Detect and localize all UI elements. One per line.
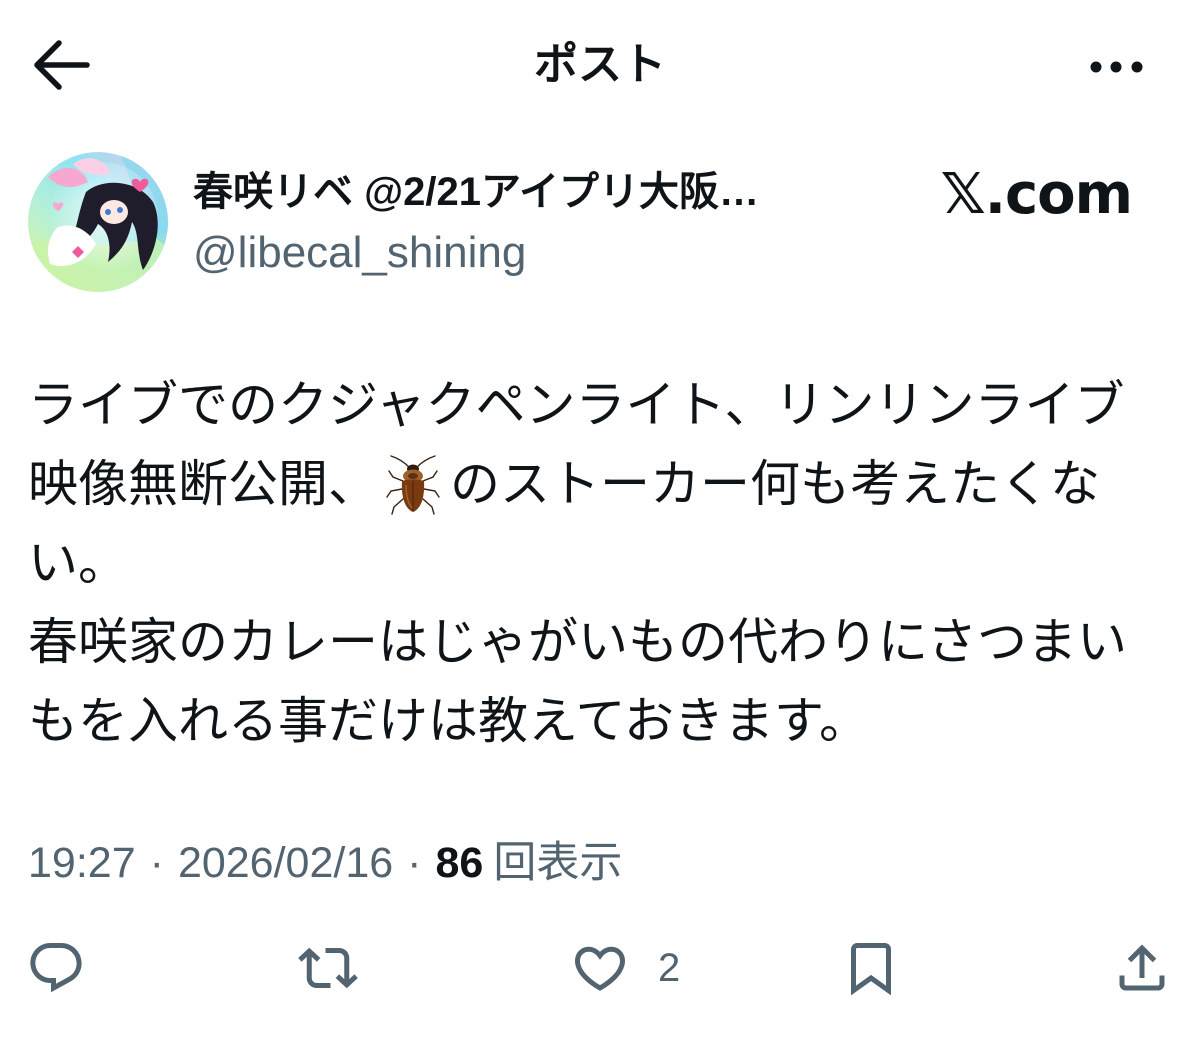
post-date: 2026/02/16	[177, 839, 394, 887]
like-count: 2	[658, 946, 681, 990]
repost-button[interactable]	[298, 938, 358, 998]
post-text-line: 映像無断公開、 のストーカー何も考えたくな	[28, 445, 1178, 524]
post-text-line: い。	[28, 535, 128, 591]
more-options-button[interactable]	[1082, 50, 1152, 84]
share-icon	[1119, 944, 1165, 991]
post-text: ライブでのクジャクペンライト、リンリンライブ 映像無断公開、 のストーカー何も考…	[28, 366, 1178, 761]
bookmark-icon	[851, 943, 891, 996]
share-button[interactable]	[1112, 938, 1172, 998]
post-time: 19:27	[28, 839, 136, 887]
avatar[interactable]	[28, 152, 168, 292]
views-count: 86	[435, 839, 484, 887]
avatar-image	[28, 152, 168, 292]
reply-icon	[30, 943, 82, 993]
bookmark-button[interactable]	[841, 938, 901, 998]
page-title: ポスト	[534, 40, 666, 89]
post-meta: 19:27 · 2026/02/16 · 86 回表示	[28, 838, 622, 888]
meta-separator: ·	[149, 839, 164, 887]
x-com-watermark: 𝕏.com	[940, 162, 1133, 227]
more-horizontal-icon	[1090, 61, 1143, 73]
meta-separator: ·	[407, 839, 422, 887]
post-text-segment: のストーカー何も考えたくな	[450, 456, 1100, 512]
reply-button[interactable]	[26, 938, 86, 998]
cockroach-emoji-icon	[386, 454, 440, 515]
views-label: 回表示	[493, 839, 623, 887]
heart-icon	[574, 946, 626, 991]
post-text-segment: 映像無断公開、	[28, 456, 378, 512]
author-handle[interactable]: @libecal_shining	[193, 226, 526, 280]
post-text-line: ライブでのクジャクペンライト、リンリンライブ	[28, 377, 1125, 433]
author-display-name[interactable]: 春咲リベ @2/21アイプリ大阪…	[193, 166, 759, 218]
post-text-line: もを入れる事だけは教えておきます。	[28, 693, 869, 749]
repost-icon	[298, 947, 358, 989]
like-button[interactable]: 2	[570, 938, 690, 998]
post-text-line: 春咲家のカレーはじゃがいもの代わりにさつまい	[28, 614, 1127, 670]
